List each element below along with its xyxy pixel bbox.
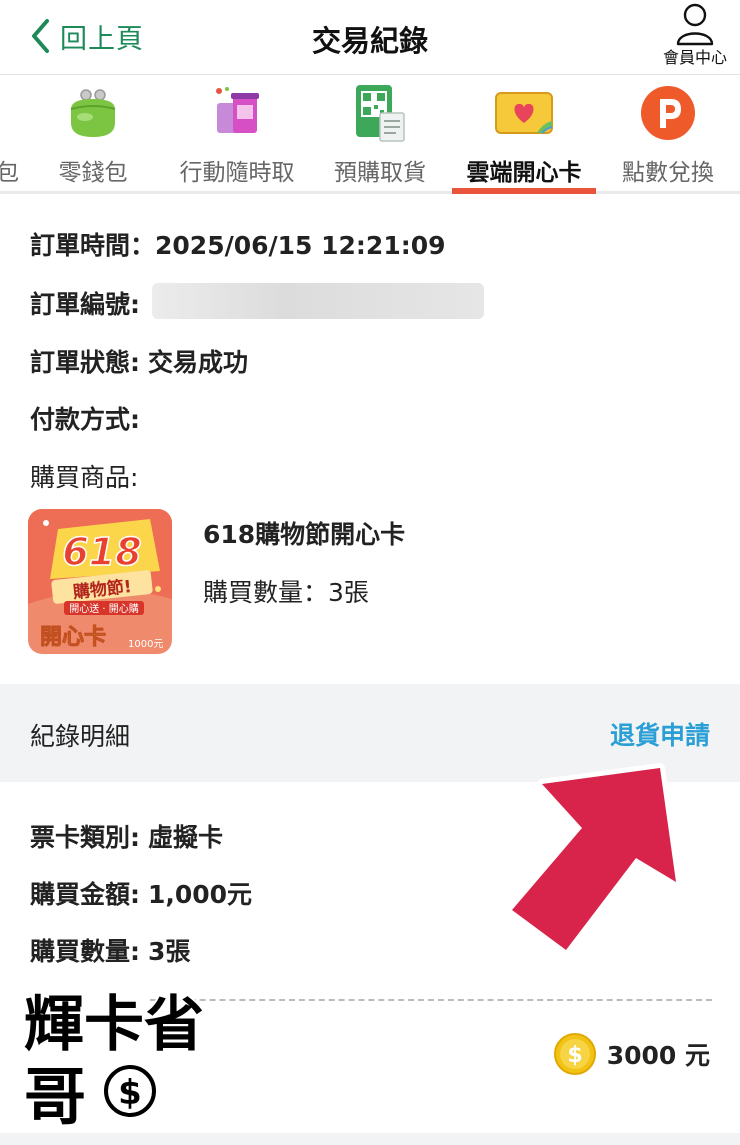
payment-method-row: 付款方式:	[30, 400, 140, 436]
tab-cloud-happy-card[interactable]: 雲端開心卡	[452, 75, 596, 194]
watermark-line1: 輝卡省	[24, 990, 204, 1060]
tab-mobile-pickup[interactable]: 行動隨時取	[170, 75, 304, 191]
product-image: 618 購物節! 開心送 · 開心購 開心卡 1000元	[28, 509, 172, 654]
card-type-value: 虛擬卡	[147, 823, 223, 852]
member-center-button[interactable]: 會員中心	[658, 2, 732, 68]
svg-text:$: $	[118, 1073, 142, 1113]
order-status-row: 訂單狀態: 交易成功	[30, 343, 248, 379]
product-image-price: 1000元	[128, 639, 163, 650]
order-number-row: 訂單編號:	[30, 285, 140, 321]
bottom-band	[0, 1133, 740, 1145]
refund-request-link[interactable]: 退貨申請	[610, 716, 710, 752]
red-arrow-annotation	[507, 763, 681, 955]
card-type-label: 票卡類別:	[30, 823, 140, 852]
member-center-label: 會員中心	[662, 48, 727, 67]
tab-label: 行動隨時取	[179, 160, 295, 186]
product-image-card: 開心卡	[40, 624, 106, 650]
top-bar: 回上頁 交易紀錄 會員中心	[0, 0, 740, 75]
record-title: 紀錄明細	[30, 722, 131, 751]
total-amount-value: 3000 元	[606, 1041, 710, 1070]
dashed-divider	[150, 999, 712, 1001]
drink-cups-icon	[216, 87, 259, 133]
tab-label: 預購取貨	[334, 160, 426, 186]
qr-receipt-icon	[356, 85, 405, 142]
active-tab-indicator	[452, 188, 596, 194]
payment-method-label: 付款方式:	[30, 405, 140, 434]
product-name: 618購物節開心卡	[203, 520, 406, 549]
purchase-qty-label: 購買數量:	[30, 937, 140, 966]
tab-label: 雲端開心卡	[466, 160, 582, 186]
tab-wallet[interactable]: 零錢包	[40, 75, 146, 191]
purchase-qty-row: 購買數量: 3張	[30, 932, 190, 968]
tab-label: 零錢包	[58, 160, 128, 186]
tab-label: 點數兌換	[622, 160, 714, 186]
order-time-label: 訂單時間：	[30, 231, 156, 260]
order-status-label: 訂單狀態:	[30, 348, 140, 377]
page-title: 交易紀錄	[311, 24, 428, 58]
watermark-logo: 輝卡省 哥 $	[22, 988, 206, 1128]
purchased-items-label: 購買商品:	[30, 463, 139, 492]
card-type-row: 票卡類別: 虛擬卡	[30, 818, 223, 854]
purchase-qty-value: 3張	[147, 937, 191, 966]
purchase-amount-row: 購買金額: 1,000元	[30, 875, 252, 911]
product-image-618: 618	[62, 530, 141, 574]
svg-text:$: $	[567, 1043, 582, 1068]
tab-points-exchange[interactable]: 點數兌換	[616, 75, 720, 191]
gold-coin-icon: $	[553, 1033, 596, 1075]
total-amount: $ 3000 元	[553, 1032, 710, 1076]
product-quantity: 購買數量：3張	[203, 578, 369, 607]
product-image-ribbon: 開心送 · 開心購	[69, 602, 139, 615]
purchase-amount-label: 購買金額:	[30, 880, 140, 909]
points-p-icon	[641, 86, 695, 140]
order-number-label: 訂單編號:	[30, 290, 140, 319]
order-time-row: 訂單時間：2025/06/15 12:21:09	[30, 226, 446, 262]
purchase-amount-value: 1,000元	[147, 880, 253, 909]
tab-preorder[interactable]: 預購取貨	[330, 75, 430, 191]
user-icon	[676, 3, 714, 46]
coin-purse-icon	[70, 89, 116, 137]
category-tabs: 包 零錢包 行動隨時取 預購取貨 雲端開心卡 點數兌換	[0, 75, 740, 194]
watermark-line2: 哥	[24, 1060, 86, 1128]
order-time-value: 2025/06/15 12:21:09	[155, 231, 446, 260]
order-number-redacted	[152, 283, 484, 319]
tab-partial-label[interactable]: 包	[0, 153, 19, 187]
order-status-value: 交易成功	[147, 348, 248, 377]
happy-card-icon	[495, 92, 553, 134]
